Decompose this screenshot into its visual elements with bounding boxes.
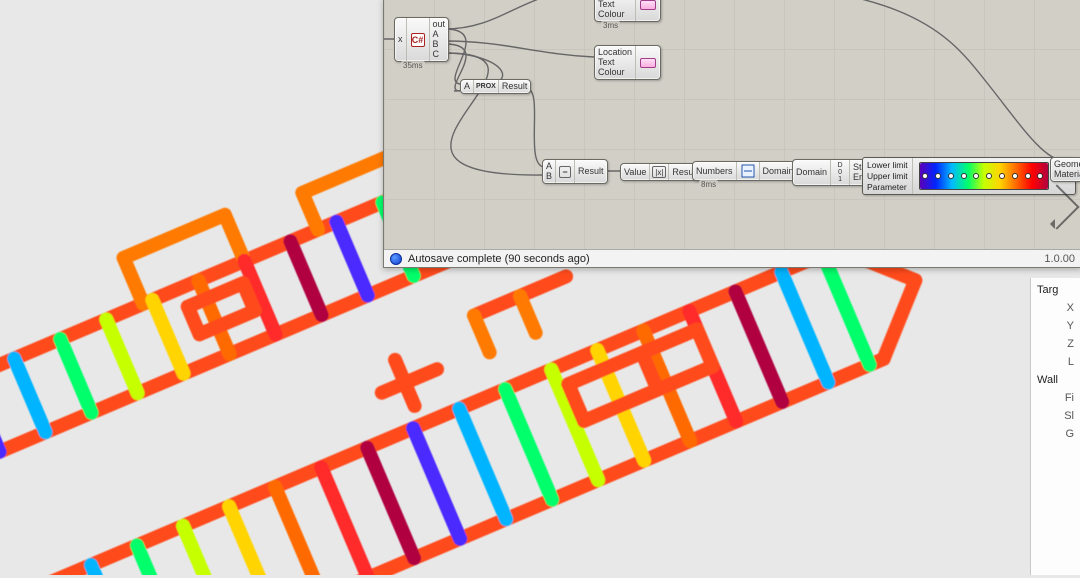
gh-wires	[384, 0, 1080, 249]
in-colour[interactable]: Colour	[598, 10, 632, 19]
in-location[interactable]: Location	[598, 48, 632, 57]
row-z[interactable]: Z	[1037, 338, 1076, 350]
in-lower[interactable]: Lower limit	[867, 160, 908, 170]
gh-version: 1.0.00	[1044, 253, 1075, 265]
text-tag-component-2[interactable]: Location Text Colour	[594, 45, 661, 80]
in-b[interactable]: B	[546, 172, 552, 181]
abs-icon: |x|	[652, 166, 666, 178]
csharp-component[interactable]: x C# out A B C 35ms	[394, 17, 449, 62]
grasshopper-window[interactable]: x C# out A B C 35ms Location Text Colour…	[383, 0, 1080, 268]
grasshopper-canvas[interactable]: x C# out A B C 35ms Location Text Colour…	[384, 0, 1080, 249]
out-b[interactable]: B	[433, 40, 446, 49]
numbers-icon	[741, 164, 755, 178]
in-numbers[interactable]: Numbers	[696, 167, 733, 176]
row-fi[interactable]: Fi	[1037, 392, 1076, 404]
profiler-label: 35ms	[401, 61, 425, 70]
profiler-label: 8ms	[699, 180, 718, 189]
d-label-1: 0	[838, 169, 842, 176]
row-x[interactable]: X	[1037, 302, 1076, 314]
in-a[interactable]: A	[546, 162, 552, 171]
csharp-icon: C#	[411, 33, 425, 47]
tag-icon	[640, 58, 656, 68]
in-material[interactable]: Material	[1054, 170, 1080, 179]
gh-status-text: Autosave complete (90 seconds ago)	[408, 253, 590, 265]
out-domain[interactable]: Domain	[763, 167, 794, 176]
subtract-component[interactable]: A B − Result	[542, 159, 608, 184]
row-g[interactable]: G	[1037, 428, 1076, 440]
panel-heading-wall: Wall	[1037, 374, 1076, 386]
in-text[interactable]: Text	[598, 0, 632, 9]
in-text[interactable]: Text	[598, 58, 632, 67]
row-sl[interactable]: Sl	[1037, 410, 1076, 422]
out-a[interactable]: A	[433, 30, 446, 39]
in-geometry[interactable]: Geometry	[1054, 160, 1080, 169]
out-out[interactable]: out	[433, 20, 446, 29]
in-upper[interactable]: Upper limit	[867, 171, 908, 181]
row-l[interactable]: L	[1037, 356, 1076, 368]
row-y[interactable]: Y	[1037, 320, 1076, 332]
d-label-0: D	[837, 162, 842, 169]
prox-component[interactable]: A PROX Result	[460, 79, 531, 94]
in-a[interactable]: A	[464, 82, 470, 91]
prox-label: PROX	[476, 83, 496, 90]
in-x[interactable]: x	[398, 35, 403, 44]
gradient-component[interactable]: Lower limit Upper limit Parameter 96ms	[862, 157, 1076, 195]
in-domain[interactable]: Domain	[796, 168, 827, 177]
in-value[interactable]: Value	[624, 168, 646, 177]
tag-icon	[640, 0, 656, 10]
out-result[interactable]: Result	[502, 82, 528, 91]
custom-preview-component[interactable]: Geometry Material	[1050, 157, 1080, 182]
panel-heading-target: Targ	[1037, 284, 1076, 296]
out-c[interactable]: C	[433, 50, 446, 59]
in-colour[interactable]: Colour	[598, 68, 632, 77]
profiler-label: 3ms	[601, 21, 620, 30]
gh-statusbar: Autosave complete (90 seconds ago) 1.0.0…	[384, 249, 1080, 267]
autosave-icon	[390, 253, 402, 265]
rhino-properties-panel[interactable]: Targ X Y Z L Wall Fi Sl G	[1030, 278, 1080, 575]
gradient-bar[interactable]	[919, 162, 1049, 190]
bounds-component[interactable]: Numbers Domain 8ms	[692, 161, 798, 181]
text-tag-component-1[interactable]: Location Text Colour 3ms	[594, 0, 661, 22]
out-result[interactable]: Result	[578, 167, 604, 176]
absolute-component[interactable]: Value |x| Result	[620, 163, 702, 181]
d-label-2: 1	[838, 176, 842, 183]
in-parameter[interactable]: Parameter	[867, 182, 908, 192]
minus-icon: −	[559, 166, 571, 178]
